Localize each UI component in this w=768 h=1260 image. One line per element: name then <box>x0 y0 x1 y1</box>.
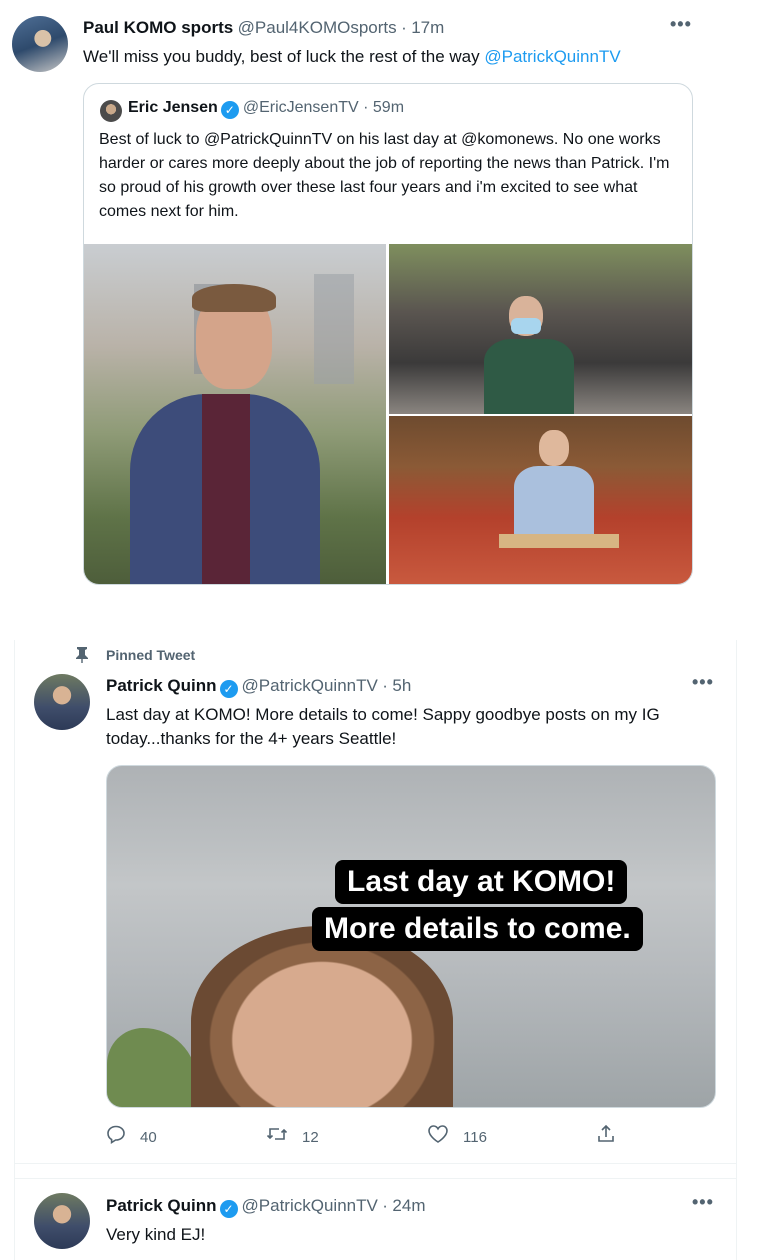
quoted-tweet[interactable]: Eric Jensen ✓ @EricJensenTV · 59m Best of … <box>83 83 693 585</box>
divider <box>14 640 15 1260</box>
time-separator: · <box>382 676 388 695</box>
retweet-count: 12 <box>302 1128 319 1146</box>
author-name[interactable]: Paul KOMO sports <box>83 18 233 37</box>
avatar[interactable] <box>100 100 122 122</box>
tweet-time[interactable]: 5h <box>392 676 411 695</box>
time-separator: · <box>382 1196 388 1215</box>
reply-button[interactable]: 40 <box>106 1124 157 1150</box>
verified-badge-icon: ✓ <box>219 680 238 698</box>
pinned-label: Pinned Tweet <box>106 647 196 663</box>
tweet-header: Patrick Quinn ✓ @PatrickQuinnTV · 5h <box>106 676 411 698</box>
media-caption: More details to come. <box>312 907 643 951</box>
mention-link[interactable]: @PatrickQuinnTV <box>484 47 620 66</box>
time-separator: · <box>401 18 407 37</box>
media-caption: Last day at KOMO! <box>335 860 628 904</box>
reply-count: 40 <box>140 1128 157 1146</box>
divider <box>736 640 737 1260</box>
tweet-text-body: We'll miss you buddy, best of luck the r… <box>83 47 485 66</box>
tweet-header: Paul KOMO sports @Paul4KOMOsports · 17m <box>83 18 444 38</box>
tweet-photo[interactable]: Last day at KOMO! More details to come. <box>106 765 716 1108</box>
share-button[interactable] <box>596 1124 616 1150</box>
avatar[interactable] <box>34 674 90 730</box>
background-trees <box>107 1028 197 1107</box>
like-button[interactable]: 116 <box>427 1124 487 1150</box>
pin-icon <box>74 645 90 668</box>
reply-icon <box>106 1124 126 1150</box>
avatar[interactable] <box>12 16 68 72</box>
tweet-text: We'll miss you buddy, best of luck the r… <box>83 45 723 69</box>
avatar[interactable] <box>34 1193 90 1249</box>
author-name[interactable]: Patrick Quinn <box>106 1196 217 1215</box>
share-icon <box>596 1124 616 1150</box>
heart-icon <box>427 1124 449 1150</box>
like-count: 116 <box>463 1128 487 1146</box>
divider <box>14 1163 736 1164</box>
tweet-time[interactable]: 24m <box>392 1196 425 1215</box>
more-icon[interactable]: ••• <box>692 1192 714 1213</box>
divider <box>14 1178 736 1179</box>
tweet-time[interactable]: 59m <box>373 99 404 116</box>
author-handle[interactable]: @PatrickQuinnTV <box>242 676 378 695</box>
retweet-button[interactable]: 12 <box>266 1124 319 1150</box>
more-icon[interactable]: ••• <box>692 672 714 693</box>
tweet-photo[interactable] <box>84 244 386 584</box>
more-icon[interactable]: ••• <box>670 14 692 35</box>
author-handle[interactable]: @PatrickQuinnTV <box>242 1196 378 1215</box>
tweet-header: Patrick Quinn ✓ @PatrickQuinnTV · 24m <box>106 1196 426 1218</box>
author-handle[interactable]: @EricJensenTV <box>243 99 359 116</box>
quoted-tweet-text: Best of luck to @PatrickQuinnTV on his l… <box>99 131 670 220</box>
time-separator: · <box>363 99 369 116</box>
author-name[interactable]: Eric Jensen <box>128 99 218 116</box>
selfie-face <box>191 926 453 1107</box>
tweet-photo[interactable] <box>389 416 692 584</box>
tweet-text: Very kind EJ! <box>106 1225 206 1244</box>
quoted-tweet-header: Eric Jensen ✓ @EricJensenTV · 59m <box>128 99 404 119</box>
retweet-icon <box>266 1124 288 1150</box>
tweet-time[interactable]: 17m <box>411 18 444 37</box>
verified-badge-icon: ✓ <box>219 1200 238 1218</box>
tweet-photo[interactable] <box>389 244 692 414</box>
author-handle[interactable]: @Paul4KOMOsports <box>238 18 397 37</box>
verified-badge-icon: ✓ <box>220 101 239 119</box>
author-name[interactable]: Patrick Quinn <box>106 676 217 695</box>
tweet-text: Last day at KOMO! More details to come! … <box>106 705 660 748</box>
